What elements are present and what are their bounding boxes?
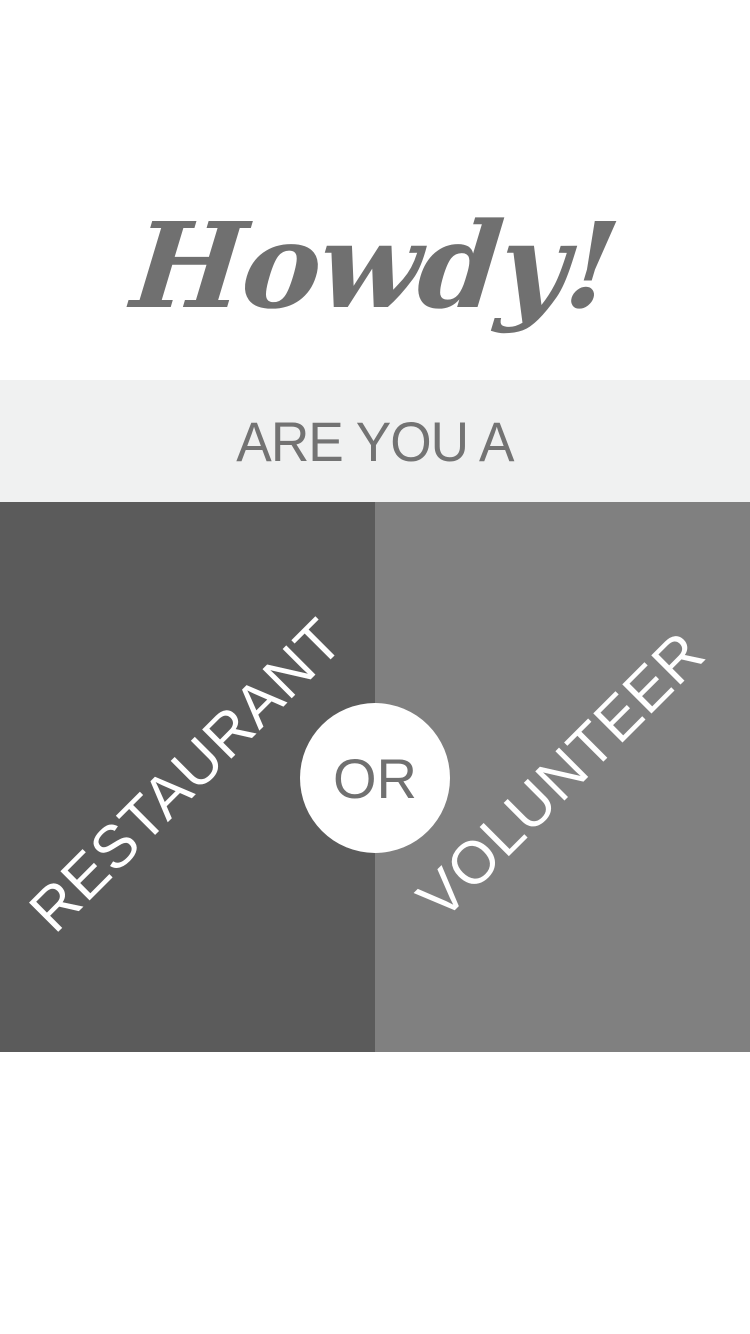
- volunteer-label: VOLUNTEER: [404, 618, 718, 932]
- question-text: ARE YOU A: [236, 409, 514, 473]
- or-badge: OR: [300, 703, 450, 853]
- question-band: ARE YOU A: [0, 380, 750, 502]
- greeting-title: Howdy!: [126, 195, 624, 335]
- or-text: OR: [333, 746, 417, 810]
- onboarding-screen: Howdy! ARE YOU A RESTAURANT VOLUNTEER OR: [0, 0, 750, 1334]
